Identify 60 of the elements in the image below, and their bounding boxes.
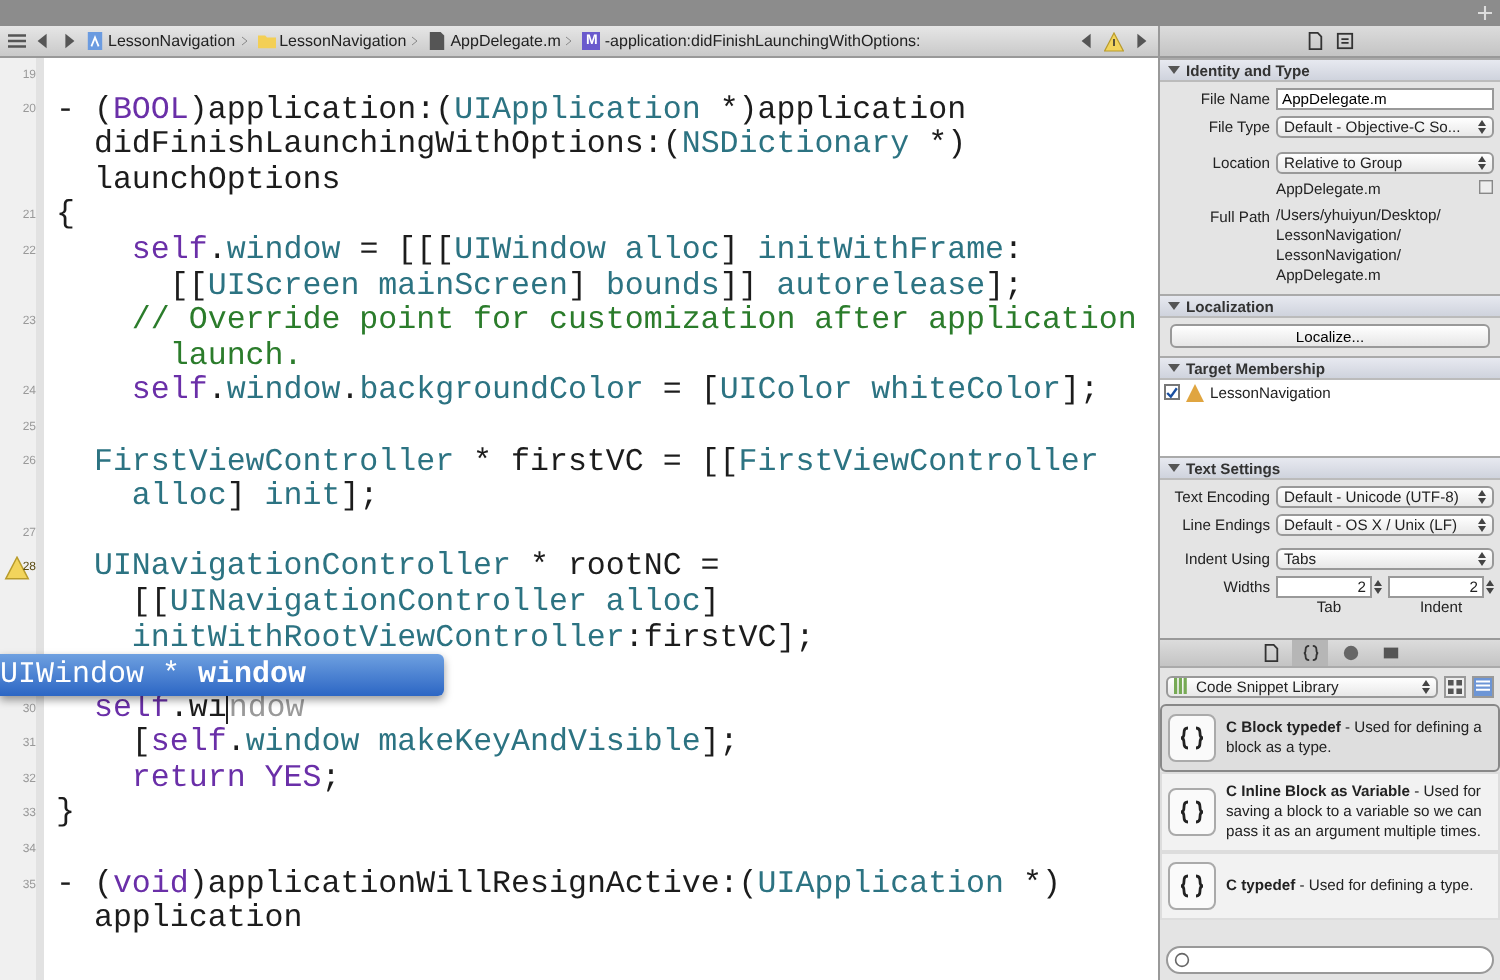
forward-arrow-icon [60, 32, 78, 50]
code-line: [[UIScreen mainScreen] bounds]] autorelease]; [167, 269, 1024, 305]
chevron-icon [239, 32, 250, 50]
updown-icon [1478, 120, 1486, 134]
updown-icon [1478, 518, 1486, 532]
updown-icon [1478, 156, 1486, 170]
app-target-icon [1186, 384, 1204, 402]
code-line: - (BOOL)application:(UIApplication *)application [56, 93, 967, 129]
back-arrow-icon [34, 32, 52, 50]
code-line: return YES; [129, 761, 341, 797]
code-line: application [91, 902, 303, 938]
code-line: { [56, 198, 75, 234]
list-view-icon [1476, 679, 1490, 693]
folder-icon [257, 32, 276, 50]
library-icon [1174, 676, 1190, 696]
code-line: self.window.backgroundColor = [UIColor whiteColor]; [129, 374, 1099, 410]
code-line: launch. [167, 339, 303, 375]
snippet-icon [1168, 862, 1216, 910]
grid-view-icon [1448, 679, 1462, 693]
updown-icon [1478, 552, 1486, 566]
code-line: initWithRootViewController:firstVC]; [129, 621, 815, 657]
project-icon [86, 32, 104, 50]
checkbox[interactable] [1164, 384, 1180, 400]
code-line: launchOptions [91, 163, 341, 199]
add-icon [1478, 6, 1492, 20]
breadcrumb[interactable]: LessonNavigation [257, 32, 421, 50]
code-line: [[UINavigationController alloc] [129, 585, 720, 621]
breadcrumb[interactable]: LessonNavigation [86, 32, 250, 50]
code-line: alloc] init]; [129, 480, 379, 516]
chevron-icon [564, 32, 575, 50]
quick-help-icon [1336, 32, 1354, 50]
snippet-icon [1168, 714, 1216, 762]
warning-icon [1104, 31, 1124, 51]
document-icon [1261, 644, 1279, 662]
filter-field[interactable] [1166, 946, 1494, 974]
updown-icon [1422, 679, 1430, 693]
code-line: [self.window makeKeyAndVisible]; [129, 726, 739, 762]
code-line: - (void)applicationWillResignActive:(UIApplication *) [56, 867, 1061, 903]
code-line: self.window = [[[UIWindow alloc] initWithFrame: [129, 233, 1024, 270]
chevron-icon [410, 32, 421, 50]
folder-reveal-icon [1478, 180, 1494, 194]
braces-icon [1301, 644, 1319, 662]
code-line: UINavigationController * rootNC = [91, 550, 720, 586]
library-tab[interactable] [1292, 640, 1328, 666]
previous-issue-icon [1078, 32, 1096, 50]
code-line: // Override point for customization after application [129, 304, 1137, 340]
code-line: FirstViewController * firstVC = [[FirstViewController [91, 445, 1099, 481]
next-issue-icon [1132, 32, 1150, 50]
code-line: didFinishLaunchingWithOptions:(NSDictionary *) [91, 128, 967, 164]
completion-popup[interactable]: UIWindow * window [0, 654, 444, 697]
code-line: } [56, 796, 75, 833]
file-icon [428, 32, 447, 50]
view-mode-button[interactable] [1444, 675, 1466, 697]
breadcrumb[interactable]: AppDelegate.m [428, 32, 575, 50]
file-inspector-icon [1306, 32, 1324, 50]
snippet-icon [1168, 788, 1216, 836]
search-icon [1174, 952, 1190, 968]
view-mode-button[interactable] [1472, 675, 1494, 697]
updown-icon [1478, 490, 1486, 504]
text-cursor [226, 693, 229, 724]
